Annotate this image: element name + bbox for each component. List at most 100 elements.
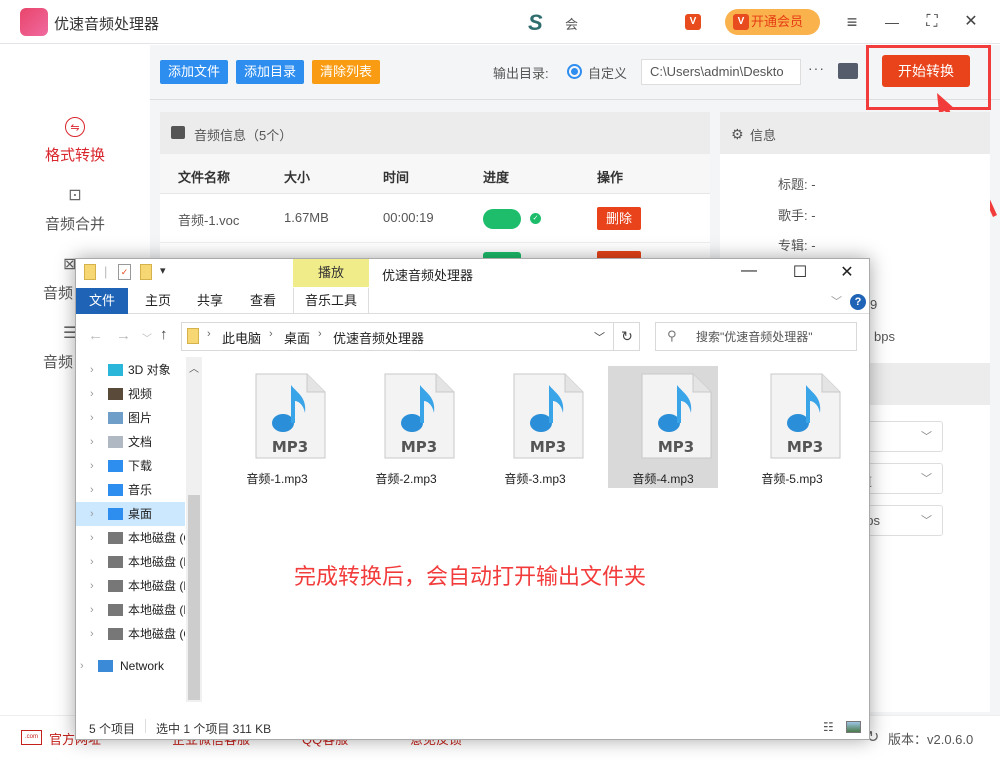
more-button[interactable]: ··· [808, 60, 825, 76]
scroll-up-icon[interactable]: ︿ [189, 360, 199, 375]
custom-radio[interactable] [567, 64, 582, 79]
tree-item[interactable]: › 视频 [76, 382, 185, 406]
tree-item[interactable]: › Network [76, 654, 185, 678]
refresh-icon[interactable]: ↻ [613, 322, 640, 351]
tree-item[interactable]: › 音乐 [76, 478, 185, 502]
field-value: - [811, 208, 816, 223]
breadcrumb-this-pc[interactable]: 此电脑 [222, 328, 261, 347]
explorer-minimize-icon[interactable]: — [734, 262, 764, 280]
explorer-close-icon[interactable]: ✕ [832, 262, 862, 282]
mp3-label: MP3 [787, 438, 823, 456]
tab-music-tools[interactable]: 音乐工具 [293, 288, 369, 314]
search-icon: ⚲ [667, 328, 677, 343]
back-arrow-icon[interactable]: ← [88, 327, 103, 344]
clear-list-button[interactable]: 清除列表 [312, 60, 381, 84]
play-context-tab[interactable]: 播放 [293, 259, 369, 287]
audio-panel-title: 音频信息（5个） [194, 128, 293, 143]
tree-item-icon [108, 412, 123, 424]
tree-item[interactable]: › 本地磁盘 (E [76, 574, 185, 598]
tree-item-icon [108, 508, 123, 520]
large-icons-view-icon[interactable] [846, 721, 861, 733]
sidebar-item-audio-merge[interactable]: ⊡ 音频合并 [0, 186, 150, 234]
customize-icon[interactable]: ▾ [160, 264, 166, 277]
expand-chevron-icon[interactable]: › [90, 454, 94, 478]
tree-item[interactable]: › 下载 [76, 454, 185, 478]
tree-item-label: 音乐 [128, 483, 153, 497]
breadcrumb-folder[interactable]: 优速音频处理器 [333, 328, 424, 347]
expand-chevron-icon[interactable]: › [90, 574, 94, 598]
tab-share[interactable]: 共享 [192, 288, 228, 314]
tree-scroll-thumb[interactable] [188, 495, 200, 700]
expand-chevron-icon[interactable]: › [90, 550, 94, 574]
properties-icon[interactable]: ✓ [118, 264, 131, 280]
mp3-label: MP3 [530, 438, 566, 456]
up-arrow-icon[interactable]: ↑ [160, 326, 168, 343]
gear-icon: ⚙ [731, 126, 744, 142]
recent-dropdown-icon[interactable]: ﹀ [142, 330, 152, 345]
expand-chevron-icon[interactable]: › [90, 598, 94, 622]
open-folder-icon[interactable] [838, 63, 858, 79]
output-path-input[interactable]: C:\Users\admin\Deskto [641, 59, 801, 85]
info-album-field: 专辑: - [778, 235, 816, 254]
new-folder-icon[interactable] [140, 264, 152, 280]
expand-chevron-icon[interactable]: › [90, 622, 94, 646]
forward-arrow-icon[interactable]: → [116, 327, 131, 344]
expand-chevron-icon[interactable]: › [90, 430, 94, 454]
delete-button-partial[interactable] [597, 251, 641, 258]
breadcrumb-separator[interactable]: › [207, 328, 211, 340]
vip-button[interactable]: V 开通会员 [725, 9, 820, 35]
expand-chevron-icon[interactable]: › [90, 478, 94, 502]
tree-item[interactable]: › 本地磁盘 (F [76, 598, 185, 622]
status-divider [145, 719, 146, 733]
search-placeholder: 搜索"优速音频处理器" [696, 330, 813, 344]
mp3-file-icon: MP3 [384, 373, 455, 459]
file-item[interactable]: MP3 音频-2.mp3 [351, 366, 461, 488]
folder-icon[interactable] [84, 264, 96, 280]
tree-item[interactable]: › 本地磁盘 (G [76, 622, 185, 646]
expand-chevron-icon[interactable]: › [90, 406, 94, 430]
tree-item[interactable]: › 桌面 [76, 502, 185, 526]
help-icon[interactable]: ? [850, 294, 866, 310]
custom-radio-label[interactable]: 自定义 [588, 63, 627, 82]
user-name[interactable]: 会 [565, 14, 578, 33]
delete-button[interactable]: 删除 [597, 207, 641, 230]
tree-item-icon [108, 436, 123, 448]
address-dropdown-icon[interactable]: ﹀ [594, 329, 605, 345]
sidebar-item-label: 格式转换 [44, 147, 105, 164]
tree-item[interactable]: › 本地磁盘 (C [76, 526, 185, 550]
expand-chevron-icon[interactable]: › [90, 382, 94, 406]
tab-home[interactable]: 主页 [140, 288, 176, 314]
details-view-icon[interactable]: ☷ [823, 720, 834, 734]
mp3-file-icon: MP3 [255, 373, 326, 459]
file-item[interactable]: MP3 音频-5.mp3 [737, 366, 847, 488]
tree-item[interactable]: › 图片 [76, 406, 185, 430]
tree-item[interactable]: › 3D 对象 [76, 358, 185, 382]
breadcrumb-separator[interactable]: › [269, 328, 273, 340]
add-file-button[interactable]: 添加文件 [160, 60, 229, 84]
breadcrumb-desktop[interactable]: 桌面 [284, 328, 310, 347]
sidebar-item-format-convert[interactable]: ⇋ 格式转换 [0, 117, 150, 165]
fullscreen-icon[interactable]: ⛶ [920, 10, 944, 34]
tab-file[interactable]: 文件 [76, 288, 128, 314]
tab-view[interactable]: 查看 [245, 288, 281, 314]
breadcrumb-separator[interactable]: › [318, 328, 322, 340]
file-item[interactable]: MP3 音频-3.mp3 [480, 366, 590, 488]
expand-chevron-icon[interactable]: › [90, 502, 94, 526]
ribbon-collapse-icon[interactable]: ﹀ [831, 293, 842, 309]
info-partial-bitrate: bps [874, 329, 895, 344]
file-item[interactable]: MP3 音频-4.mp3 [608, 366, 718, 488]
tree-item-label: 本地磁盘 (E [128, 579, 185, 593]
add-directory-button[interactable]: 添加目录 [236, 60, 305, 84]
menu-icon[interactable]: ≡ [840, 10, 864, 34]
tree-item[interactable]: › 本地磁盘 (D [76, 550, 185, 574]
minimize-icon[interactable]: — [880, 10, 904, 34]
file-item[interactable]: MP3 音频-1.mp3 [222, 366, 332, 488]
user-avatar-icon[interactable]: S [528, 10, 543, 36]
tree-item[interactable]: › 文档 [76, 430, 185, 454]
close-icon[interactable]: ✕ [959, 10, 983, 34]
tree-item-label: 本地磁盘 (D [128, 555, 185, 569]
expand-chevron-icon[interactable]: › [90, 358, 94, 382]
expand-chevron-icon[interactable]: › [80, 654, 84, 678]
expand-chevron-icon[interactable]: › [90, 526, 94, 550]
explorer-maximize-icon[interactable]: ☐ [785, 262, 815, 282]
